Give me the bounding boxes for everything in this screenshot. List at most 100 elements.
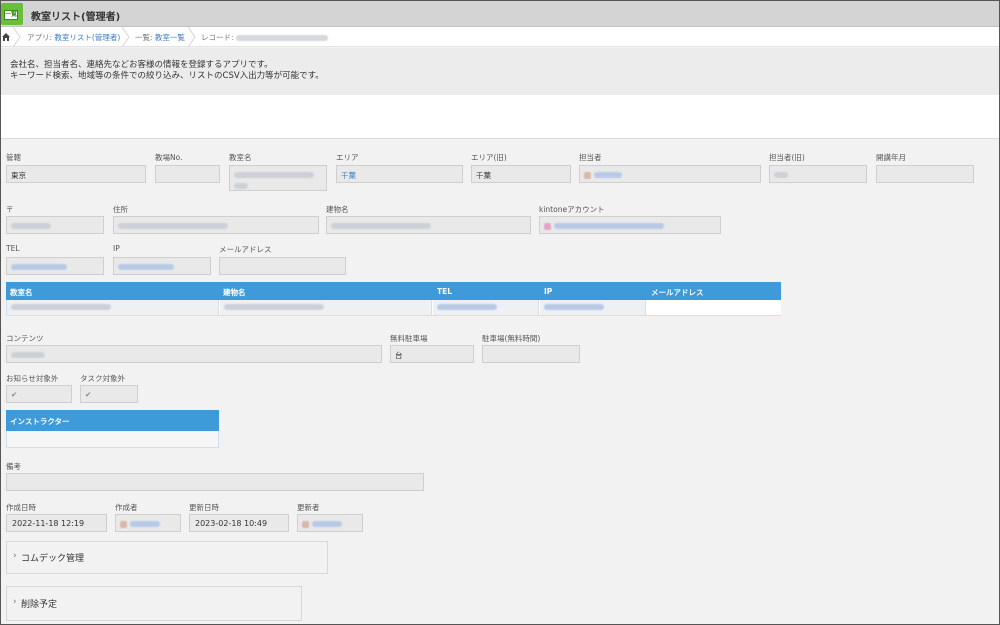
field-parking-time[interactable] [482,345,580,363]
field-zip[interactable] [6,216,104,234]
table-cell[interactable] [433,300,539,315]
field-kintone-account[interactable] [539,216,721,234]
redacted-text [331,223,431,229]
chevron-right-icon: › [13,597,17,607]
field-label-tantousha-old: 担当者(旧) [769,153,805,162]
redacted-text [11,304,111,310]
table-header-cell: IP [544,287,553,296]
redacted-text[interactable] [312,521,342,527]
app-description: 会社名、担当者名、連絡先などお客様の情報を登録するアプリです。 キーワード検索、… [1,48,999,95]
redacted-text [774,172,788,178]
table-header-cell: インストラクター [10,417,70,426]
table-row[interactable] [6,431,219,448]
field-biko[interactable] [6,473,424,491]
breadcrumb-separator-icon [121,27,130,47]
instructor-table-header: インストラクター [6,410,219,431]
table-cell[interactable] [540,300,646,315]
field-task-exclude[interactable]: ✔ [80,385,138,403]
group-title: 削除予定 [21,600,58,610]
field-label-task-exclude: タスク対象外 [80,374,125,383]
breadcrumb: アプリ: 教室リスト(管理者) 一覧: 教室一覧 レコード: [1,27,999,47]
redacted-text [11,223,51,229]
field-label-notice-exclude: お知らせ対象外 [6,374,59,383]
description-spacer [1,95,999,139]
table-cell[interactable] [7,300,219,315]
field-label-address: 住所 [113,205,128,214]
breadcrumb-view: 一覧: 教室一覧 [135,33,185,42]
field-label-kyoshitsu-mei: 教室名 [229,153,252,162]
field-area-old[interactable]: 千葉 [471,165,571,183]
table-cell[interactable] [647,300,781,315]
breadcrumb-view-link[interactable]: 教室一覧 [155,33,185,42]
field-label-kyoshitsu-no: 教場No. [155,153,183,162]
field-building[interactable] [326,216,531,234]
field-updater[interactable] [297,514,363,532]
app-icon-label: 一覧 [4,10,18,20]
field-parking-free[interactable]: 台 [390,345,474,363]
field-mail[interactable] [219,257,346,275]
field-address[interactable] [113,216,319,234]
table-cell[interactable] [220,300,432,315]
redacted-text [437,304,497,310]
field-kankatsu[interactable]: 東京 [6,165,146,183]
table-header-cell: 教室名 [10,288,33,297]
table-header-cell: 建物名 [223,288,246,297]
group-title: コムデック管理 [21,554,85,564]
field-kyoshitsu-no[interactable] [155,165,220,183]
redacted-text[interactable] [594,172,622,178]
field-updated-at[interactable]: 2023-02-18 10:49 [189,514,289,532]
chevron-right-icon: › [13,551,17,561]
kintone-record-page: 一覧 教室リスト(管理者) アプリ: 教室リスト(管理者) 一覧: 教室一覧 レ… [0,0,1000,625]
field-label-contents: コンテンツ [6,334,44,343]
breadcrumb-separator-icon [12,27,21,47]
field-label-mail: メールアドレス [219,245,272,254]
breadcrumb-app: アプリ: 教室リスト(管理者) [27,33,121,42]
app-title: 教室リスト(管理者) [31,12,121,23]
user-avatar [120,520,127,528]
field-label-tel: TEL [6,244,20,253]
app-icon[interactable]: 一覧 [1,3,23,25]
redacted-text [11,352,45,358]
field-label-ip: IP [113,244,120,253]
breadcrumb-record-redacted [235,35,328,41]
field-label-area-old: エリア(旧) [471,153,507,162]
group-delete-scheduled[interactable]: › 削除予定 [6,586,302,621]
user-avatar [544,222,551,230]
breadcrumb-app-link[interactable]: 教室リスト(管理者) [54,33,120,42]
redacted-text[interactable] [130,521,160,527]
group-comdec-admin[interactable]: › コムデック管理 [6,541,328,574]
redacted-text [224,304,324,310]
home-icon[interactable] [2,33,10,41]
field-tantousha[interactable] [579,165,761,183]
field-label-zip: 〒 [6,205,14,214]
redacted-text [118,223,228,229]
field-label-kankatsu: 管轄 [6,153,21,162]
table-header: 教室名 建物名 TEL IP メールアドレス [6,282,781,300]
field-tel[interactable] [6,257,104,275]
field-label-creator: 作成者 [115,503,138,512]
description-line: 会社名、担当者名、連絡先などお客様の情報を登録するアプリです。 [10,60,273,70]
field-kaisetsu[interactable] [876,165,974,183]
redacted-text[interactable] [11,264,67,270]
field-kyoshitsu-mei[interactable] [229,165,327,191]
description-line: キーワード検索、地域等の条件での絞り込み、リストのCSV入出力等が可能です。 [10,71,324,81]
table-header-cell: TEL [437,287,453,296]
redacted-text[interactable] [118,264,174,270]
field-creator[interactable] [115,514,181,532]
redacted-text[interactable] [554,223,664,229]
field-area-link[interactable]: 千葉 [341,171,356,180]
field-ip[interactable] [113,257,211,275]
field-tantousha-old[interactable] [769,165,867,183]
breadcrumb-separator-icon [187,27,196,47]
field-label-parking-free: 無料駐車場 [390,334,428,343]
table-row [6,300,781,316]
field-area[interactable]: 千葉 [336,165,463,183]
user-avatar [584,171,591,179]
field-created-at[interactable]: 2022-11-18 12:19 [6,514,107,532]
field-label-tantousha: 担当者 [579,153,602,162]
field-label-updater: 更新者 [297,503,320,512]
field-contents[interactable] [6,345,382,363]
field-label-created-at: 作成日時 [6,503,36,512]
field-notice-exclude[interactable]: ✔ [6,385,72,403]
breadcrumb-record: レコード: [201,32,328,43]
